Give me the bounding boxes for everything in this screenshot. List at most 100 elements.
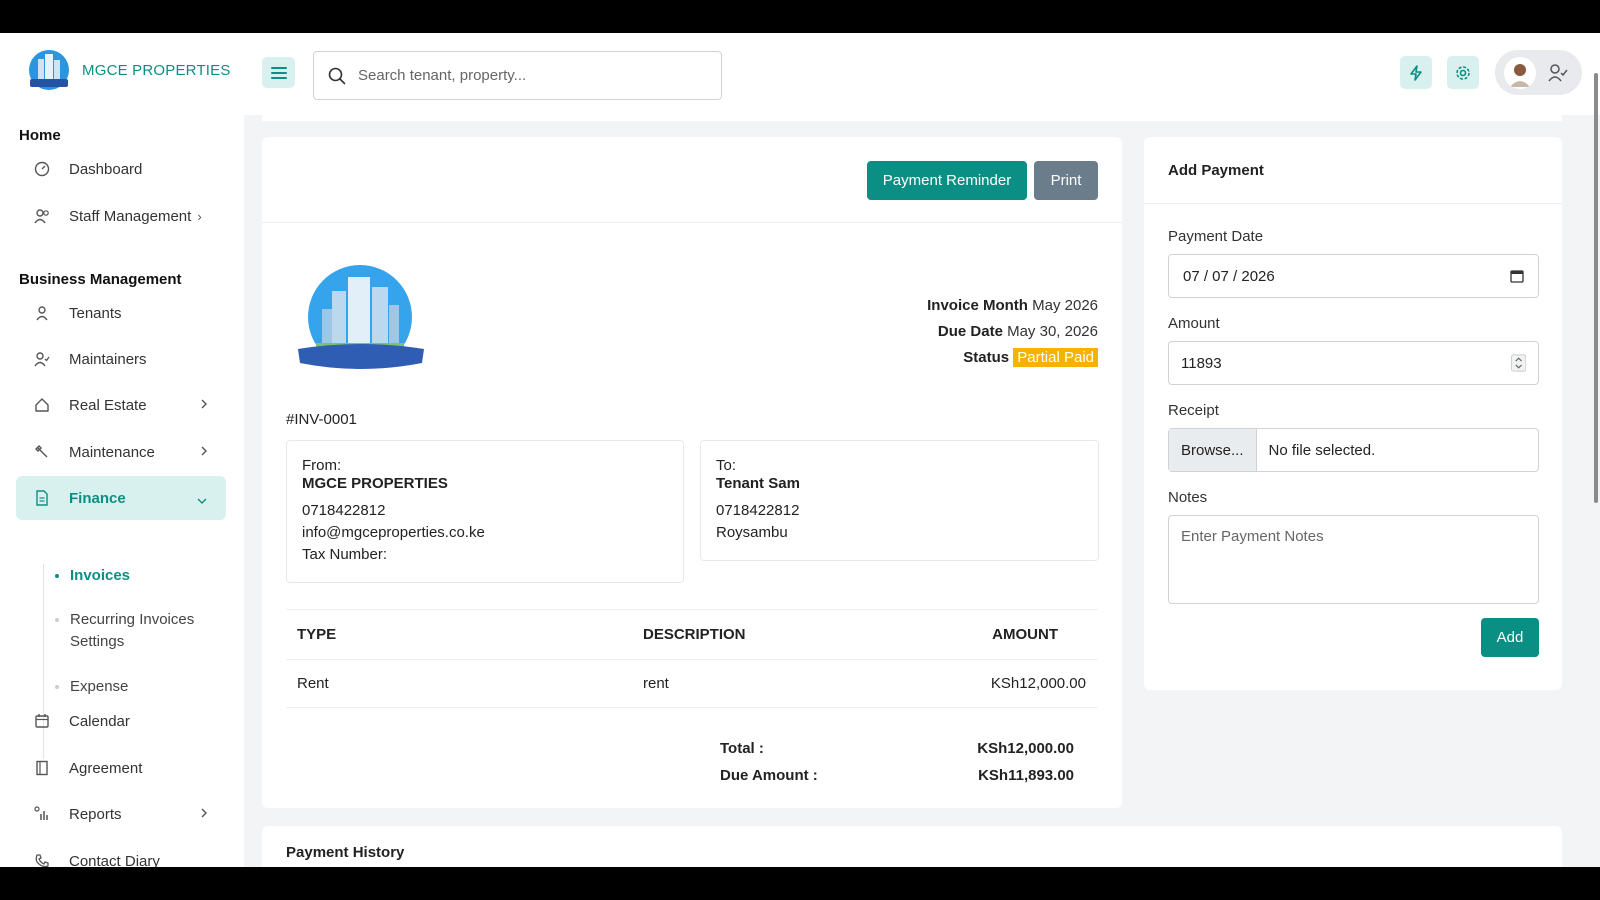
sidebar-item-dashboard[interactable]: Dashboard bbox=[16, 147, 226, 191]
sidebar-item-maintainers[interactable]: Maintainers bbox=[16, 337, 226, 381]
sidebar-subitem-recurring-invoices[interactable]: Recurring Invoices Settings bbox=[70, 609, 210, 653]
sidebar-item-maintenance[interactable]: Maintenance bbox=[16, 430, 226, 474]
add-payment-button[interactable]: Add bbox=[1481, 618, 1539, 657]
amount-input[interactable] bbox=[1181, 354, 1511, 372]
cell-description: rent bbox=[632, 659, 932, 708]
from-tax-number: Tax Number: bbox=[302, 546, 388, 563]
submenu-dot bbox=[55, 618, 59, 622]
page-scrollbar[interactable] bbox=[1594, 73, 1598, 503]
chevron-down-icon bbox=[196, 492, 208, 509]
from-address: From: MGCE PROPERTIES 0718422812 info@mg… bbox=[286, 440, 684, 583]
sidebar-item-label: Staff Management bbox=[69, 207, 192, 225]
sidebar-item-label: Real Estate bbox=[69, 396, 147, 414]
receipt-label: Receipt bbox=[1168, 402, 1219, 419]
sidebar-subitem-expense[interactable]: Expense bbox=[70, 676, 128, 698]
invoice-totals: Total : KSh12,000.00 Due Amount : KSh11,89… bbox=[720, 735, 1074, 789]
sidebar-item-label: Finance bbox=[69, 489, 126, 507]
payment-date-value: 07 / 07 / 2026 bbox=[1183, 267, 1275, 285]
number-stepper-icon[interactable] bbox=[1510, 354, 1526, 372]
quick-actions-button[interactable] bbox=[1400, 56, 1432, 89]
sidebar-item-label: Maintainers bbox=[69, 350, 147, 368]
table-row: Rent rent KSh12,000.00 bbox=[286, 659, 1098, 708]
brand[interactable]: MGCE PROPERTIES bbox=[24, 49, 231, 91]
invoice-card: Payment Reminder Print Invoice Month May… bbox=[262, 137, 1122, 808]
payment-history-card: Payment History bbox=[262, 826, 1562, 867]
hamburger-icon bbox=[270, 66, 287, 79]
add-payment-card: Add Payment Payment Date 07 / 07 / 2026 … bbox=[1144, 137, 1562, 690]
to-address-line: Roysambu bbox=[716, 524, 788, 541]
receipt-file-field[interactable]: Browse... No file selected. bbox=[1168, 428, 1539, 472]
file-icon bbox=[34, 490, 50, 506]
notes-label: Notes bbox=[1168, 489, 1208, 506]
print-button[interactable]: Print bbox=[1034, 161, 1098, 200]
from-email: info@mgceproperties.co.ke bbox=[302, 524, 485, 541]
calendar-icon[interactable] bbox=[1510, 269, 1524, 283]
invoice-month-value: May 2026 bbox=[1032, 297, 1098, 314]
user-menu[interactable] bbox=[1495, 50, 1582, 95]
submenu-dot bbox=[55, 685, 59, 689]
sidebar: Home Dashboard Staff Management › Busine… bbox=[0, 115, 244, 867]
notes-textarea[interactable] bbox=[1169, 516, 1538, 603]
chevron-right-icon bbox=[200, 444, 208, 461]
sidebar-item-calendar[interactable]: Calendar bbox=[16, 699, 226, 743]
company-logo bbox=[298, 265, 424, 369]
user-icon bbox=[34, 305, 50, 321]
search-icon bbox=[328, 67, 346, 84]
phone-icon bbox=[34, 853, 50, 867]
sidebar-subitem-invoices[interactable]: Invoices bbox=[70, 565, 130, 587]
payment-date-field[interactable]: 07 / 07 / 2026 bbox=[1168, 254, 1539, 298]
status-label: Status bbox=[963, 349, 1010, 366]
sidebar-item-label: Maintenance bbox=[69, 443, 155, 461]
top-header: MGCE PROPERTIES bbox=[0, 33, 1600, 115]
sidebar-item-staff-management[interactable]: Staff Management › bbox=[16, 194, 226, 238]
users-icon bbox=[34, 208, 50, 224]
amount-label: Amount bbox=[1168, 315, 1220, 332]
menu-toggle-button[interactable] bbox=[262, 57, 295, 88]
chevron-right-icon bbox=[200, 397, 208, 414]
due-date-label: Due Date bbox=[937, 323, 1003, 340]
dashboard-icon bbox=[34, 161, 50, 177]
browse-button[interactable]: Browse... bbox=[1169, 429, 1257, 471]
to-address: To: Tenant Sam 0718422812 Roysambu bbox=[700, 440, 1099, 561]
sidebar-item-label: Tenants bbox=[69, 304, 122, 322]
add-payment-title: Add Payment bbox=[1144, 137, 1562, 204]
sidebar-item-tenants[interactable]: Tenants bbox=[16, 291, 226, 335]
search-input[interactable] bbox=[358, 67, 698, 84]
to-name: Tenant Sam bbox=[716, 475, 800, 492]
invoice-items-table: TYPE DESCRIPTION AMOUNT Rent rent KSh12,… bbox=[286, 609, 1098, 708]
submenu-dot bbox=[55, 574, 59, 578]
invoice-number: #INV-0001 bbox=[286, 411, 357, 428]
from-name: MGCE PROPERTIES bbox=[302, 475, 448, 492]
sidebar-item-label: Agreement bbox=[69, 759, 143, 777]
sidebar-item-contact-diary[interactable]: Contact Diary bbox=[16, 839, 226, 867]
bar-chart-icon bbox=[34, 806, 50, 822]
due-amount-value: KSh11,893.00 bbox=[978, 767, 1074, 784]
sidebar-item-real-estate[interactable]: Real Estate bbox=[16, 383, 226, 427]
home-icon bbox=[34, 397, 50, 413]
file-status: No file selected. bbox=[1268, 441, 1376, 459]
cell-type: Rent bbox=[286, 659, 632, 708]
sidebar-item-finance[interactable]: Finance bbox=[16, 476, 226, 520]
chevron-right-icon: › bbox=[197, 208, 202, 224]
notes-field bbox=[1168, 515, 1539, 604]
settings-button[interactable] bbox=[1447, 56, 1479, 89]
invoice-month-label: Invoice Month bbox=[927, 297, 1028, 314]
amount-field bbox=[1168, 341, 1539, 385]
due-date-value: May 30, 2026 bbox=[1007, 323, 1098, 340]
invoice-meta: Invoice Month May 2026 Due Date May 30, … bbox=[927, 293, 1098, 371]
invoice-toolbar: Payment Reminder Print bbox=[262, 137, 1122, 223]
due-amount-label: Due Amount : bbox=[720, 767, 818, 784]
book-icon bbox=[34, 760, 50, 776]
payment-reminder-button[interactable]: Payment Reminder bbox=[867, 161, 1027, 200]
section-title-home: Home bbox=[19, 127, 61, 144]
calendar-icon bbox=[34, 713, 50, 729]
sidebar-item-label: Dashboard bbox=[69, 160, 143, 178]
sidebar-item-reports[interactable]: Reports bbox=[16, 792, 226, 836]
to-phone: 0718422812 bbox=[716, 502, 800, 519]
user-check-icon bbox=[1548, 63, 1568, 81]
section-title-business: Business Management bbox=[19, 271, 182, 288]
payment-history-title: Payment History bbox=[286, 844, 405, 861]
status-badge: Partial Paid bbox=[1013, 348, 1098, 367]
user-check-icon bbox=[34, 351, 50, 367]
sidebar-item-agreement[interactable]: Agreement bbox=[16, 746, 226, 790]
